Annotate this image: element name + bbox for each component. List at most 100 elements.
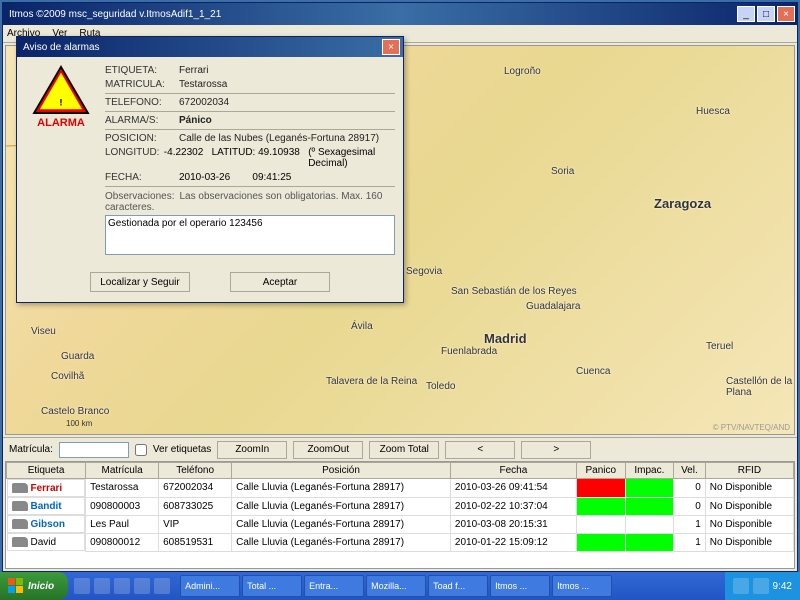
map-scale: 100 km	[66, 419, 92, 428]
aceptar-button[interactable]: Aceptar	[230, 272, 330, 292]
cell-vel: 1	[674, 533, 706, 551]
ql-icon[interactable]	[114, 578, 130, 594]
col-header[interactable]: RFID	[705, 463, 793, 479]
map-city-label: Soria	[551, 166, 574, 177]
col-header[interactable]: Teléfono	[159, 463, 232, 479]
col-header[interactable]: Panico	[576, 463, 625, 479]
col-header[interactable]: Etiqueta	[7, 463, 86, 479]
zoomtotal-button[interactable]: Zoom Total	[369, 441, 439, 459]
lbl-posicion: POSICION:	[105, 133, 179, 144]
taskbar: Inicio Admini...Total ...Entra...Mozilla…	[0, 572, 800, 600]
map-city-label: Madrid	[484, 331, 527, 346]
vehicle-grid[interactable]: EtiquetaMatrículaTeléfonoPosiciónFechaPa…	[5, 461, 795, 569]
lbl-telefono: TELEFONO:	[105, 97, 179, 108]
table-row[interactable]: Bandit090800003608733025Calle Lluvia (Le…	[7, 497, 794, 515]
table-row[interactable]: FerrariTestarossa672002034Calle Lluvia (…	[7, 479, 794, 498]
taskbar-task[interactable]: Itmos ...	[490, 575, 550, 597]
vehicle-icon	[12, 519, 28, 529]
taskbar-task[interactable]: Admini...	[180, 575, 240, 597]
col-header[interactable]: Impac.	[625, 463, 673, 479]
cell: Calle Lluvia (Leganés-Fortuna 28917)	[232, 479, 451, 498]
ql-icon[interactable]	[154, 578, 170, 594]
vehicle-icon	[12, 483, 28, 493]
map-city-label: Castelo Branco	[41, 406, 109, 417]
taskbar-task[interactable]: Entra...	[304, 575, 364, 597]
dialog-titlebar[interactable]: Aviso de alarmas ×	[17, 37, 403, 57]
cell: Testarossa	[86, 479, 159, 498]
map-city-label: Viseu	[31, 326, 56, 337]
taskbar-task[interactable]: Total ...	[242, 575, 302, 597]
cell: Calle Lluvia (Leganés-Fortuna 28917)	[232, 515, 451, 533]
alarm-icon: ! ALARMA	[25, 65, 97, 258]
obs-textarea[interactable]	[105, 215, 395, 255]
col-header[interactable]: Posición	[232, 463, 451, 479]
taskbar-task[interactable]: Mozilla...	[366, 575, 426, 597]
cell-vel: 1	[674, 515, 706, 533]
cell-rfid: No Disponible	[705, 515, 793, 533]
col-header[interactable]: Fecha	[450, 463, 576, 479]
cell: 608733025	[159, 497, 232, 515]
maximize-button[interactable]: □	[757, 6, 775, 22]
cell: 090800003	[86, 497, 159, 515]
system-tray[interactable]: 9:42	[725, 572, 800, 600]
map-city-label: Huesca	[696, 106, 730, 117]
val-telefono: 672002034	[179, 97, 395, 108]
ql-icon[interactable]	[134, 578, 150, 594]
map-city-label: Teruel	[706, 341, 733, 352]
tray-icon[interactable]	[733, 578, 749, 594]
localizar-button[interactable]: Localizar y Seguir	[90, 272, 190, 292]
map-city-label: Segovia	[406, 266, 442, 277]
cell: 2010-01-22 15:09:12	[450, 533, 576, 551]
cell: 672002034	[159, 479, 232, 498]
next-button[interactable]: >	[521, 441, 591, 459]
tray-icon[interactable]	[753, 578, 769, 594]
matricula-label: Matrícula:	[9, 444, 53, 455]
col-header[interactable]: Matrícula	[86, 463, 159, 479]
map-city-label: Guadalajara	[526, 301, 580, 312]
alarm-word: ALARMA	[37, 117, 85, 129]
cell: Calle Lluvia (Leganés-Fortuna 28917)	[232, 497, 451, 515]
table-row[interactable]: GibsonLes PaulVIPCalle Lluvia (Leganés-F…	[7, 515, 794, 533]
lbl-alarma: ALARMA/S:	[105, 115, 179, 126]
lbl-etiqueta: ETIQUETA:	[105, 65, 179, 76]
minimize-button[interactable]: _	[737, 6, 755, 22]
prev-button[interactable]: <	[445, 441, 515, 459]
zoomin-button[interactable]: ZoomIn	[217, 441, 287, 459]
ql-icon[interactable]	[74, 578, 90, 594]
col-header[interactable]: Vel.	[674, 463, 706, 479]
map-city-label: Guarda	[61, 351, 94, 362]
matricula-input[interactable]	[59, 442, 129, 458]
table-row[interactable]: David090800012608519531Calle Lluvia (Leg…	[7, 533, 794, 551]
map-city-label: San Sebastián de los Reyes	[451, 286, 577, 297]
map-city-label: Toledo	[426, 381, 455, 392]
val-hora: 09:41:25	[252, 172, 291, 183]
cell: 608519531	[159, 533, 232, 551]
cell-impac	[625, 479, 673, 498]
start-button[interactable]: Inicio	[0, 572, 68, 600]
ver-etiquetas-checkbox[interactable]	[135, 444, 147, 456]
ver-etiquetas-label: Ver etiquetas	[153, 444, 211, 455]
dialog-close-button[interactable]: ×	[382, 39, 400, 55]
val-latitud: 49.10938	[258, 147, 300, 169]
val-posicion: Calle de las Nubes (Leganés-Fortuna 2891…	[179, 133, 395, 144]
map-city-label: Castellón de la Plana	[726, 376, 794, 398]
alarm-dialog: Aviso de alarmas × ! ALARMA ETIQUETA:Fer…	[16, 36, 404, 303]
close-button[interactable]: ×	[777, 6, 795, 22]
cell-etiqueta: Gibson	[7, 515, 86, 533]
cell-etiqueta: Bandit	[7, 497, 86, 515]
cell: VIP	[159, 515, 232, 533]
taskbar-tasks: Admini...Total ...Entra...Mozilla...Toad…	[176, 575, 724, 597]
map-city-label: Ávila	[351, 321, 373, 332]
map-city-label: Cuenca	[576, 366, 610, 377]
cell-etiqueta: Ferrari	[7, 479, 86, 497]
taskbar-task[interactable]: Itmos ...	[552, 575, 612, 597]
map-attribution: © PTV/NAVTEQ/AND	[713, 423, 790, 432]
val-alarma: Pánico	[179, 115, 395, 126]
cell-rfid: No Disponible	[705, 479, 793, 498]
zoomout-button[interactable]: ZoomOut	[293, 441, 363, 459]
window-title: Itmos ©2009 msc_seguridad v.ItmosAdif1_1…	[9, 9, 737, 20]
ql-icon[interactable]	[94, 578, 110, 594]
taskbar-task[interactable]: Toad f...	[428, 575, 488, 597]
titlebar[interactable]: Itmos ©2009 msc_seguridad v.ItmosAdif1_1…	[3, 3, 797, 25]
map-city-label: Fuenlabrada	[441, 346, 497, 357]
